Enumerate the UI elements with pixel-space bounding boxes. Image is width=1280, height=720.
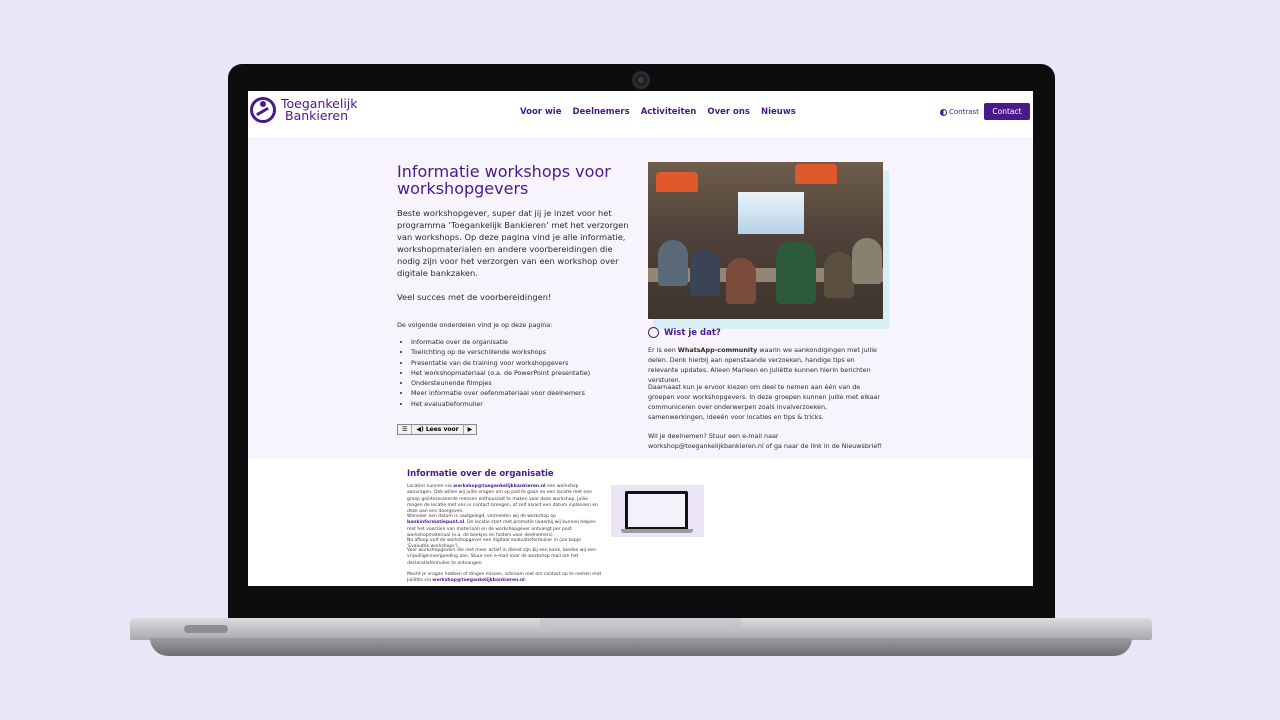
topic-item: Meer informatie over oefenmateriaal voor…: [411, 388, 590, 398]
organisation-paragraph-2: Wanneer een datum is vastgelegd, vermeld…: [407, 514, 603, 539]
topic-item: Toelichting op de verschillende workshop…: [411, 347, 590, 357]
browser-viewport: Toegankelijk Bankieren Voor wie Deelneme…: [248, 91, 1033, 586]
site-link[interactable]: bankinformatiepunt.nl: [407, 520, 464, 525]
nav-nieuws[interactable]: Nieuws: [761, 107, 796, 117]
person-shape: [776, 242, 816, 304]
laptop-port: [184, 625, 228, 633]
camera-icon: [632, 71, 650, 89]
topic-item: Ondersteunende filmpjes: [411, 378, 590, 388]
text: Locaties kunnen via: [407, 484, 454, 489]
lamp-shape: [795, 164, 837, 184]
topic-item: Het evaluatieformulier: [411, 399, 590, 409]
person-shape: [852, 238, 882, 284]
person-shape: [824, 252, 854, 298]
organisation-paragraph-1: Locaties kunnen via workshop@toegankelij…: [407, 484, 603, 515]
tip-title: Wist je dat?: [664, 327, 721, 338]
tip-paragraph-2: Daarnaast kun je ervoor kiezen om deel t…: [648, 383, 881, 421]
tip-heading: Wist je dat?: [648, 327, 721, 338]
site-logo[interactable]: Toegankelijk Bankieren: [250, 97, 358, 123]
lamp-shape: [656, 172, 698, 192]
section-title: Informatie over de organisatie: [407, 469, 554, 479]
person-shape: [690, 250, 720, 296]
person-shape: [658, 240, 688, 286]
tip-paragraph-1: Er is een WhatsApp-community waarin we a…: [648, 345, 884, 385]
hero-section: Informatie workshops voor workshopgevers…: [248, 137, 1033, 458]
nav-voor-wie[interactable]: Voor wie: [520, 107, 561, 117]
site-header: Toegankelijk Bankieren Voor wie Deelneme…: [248, 91, 1033, 137]
whatsapp-icon: [648, 327, 659, 338]
text: Wanneer een datum is vastgelegd, vermeld…: [407, 514, 556, 519]
hero-intro: Beste workshopgever, super dat jij je in…: [397, 208, 629, 278]
topic-item: Informatie over de organisatie: [411, 337, 590, 347]
readspeaker-next-icon[interactable]: ▶: [464, 425, 477, 434]
tip-paragraph-3: Wil je deelnemen? Stuur een e-mail naar …: [648, 432, 883, 450]
thumbnail-screen: [625, 491, 688, 530]
organisation-paragraph-5: Mocht je vragen hebben of dingen missen,…: [407, 572, 603, 585]
page-title: Informatie workshops voor workshopgevers: [397, 162, 611, 198]
contrast-toggle[interactable]: Contrast: [940, 108, 979, 116]
topic-item: Presentatie van de training voor worksho…: [411, 358, 590, 368]
projection-screen: [738, 192, 804, 234]
organisation-section: Informatie over de organisatie Locaties …: [248, 458, 1033, 586]
person-shape: [726, 258, 756, 304]
tip-text: Er is een: [648, 346, 678, 354]
thumbnail-content: [628, 494, 685, 527]
nav-over-ons[interactable]: Over ons: [707, 107, 750, 117]
tip-bold: WhatsApp-community: [677, 346, 758, 354]
email-link[interactable]: workshop@toegankelijkbankieren.nl: [453, 484, 545, 489]
logo-figure-icon: [250, 97, 276, 123]
main-nav: Voor wie Deelnemers Activiteiten Over on…: [520, 107, 796, 117]
laptop-notch: [540, 618, 742, 630]
text: .: [524, 578, 527, 584]
readspeaker-menu-icon[interactable]: ☰: [398, 425, 413, 434]
topics-list: Informatie over de organisatie Toelichti…: [411, 337, 590, 409]
thumbnail-base: [621, 529, 693, 533]
workshop-photo: [648, 162, 883, 319]
topics-intro: De volgende onderdelen vind je op deze p…: [397, 321, 553, 329]
nav-activiteiten[interactable]: Activiteiten: [641, 107, 697, 117]
topic-item: Het workshopmateriaal (o.a. de PowerPoin…: [411, 368, 590, 378]
contact-button[interactable]: Contact: [984, 103, 1030, 120]
nav-deelnemers[interactable]: Deelnemers: [572, 107, 629, 117]
hero-wish: Veel succes met de voorbereidingen!: [397, 292, 552, 302]
readspeaker-bar: ☰ ◀) Lees voor ▶: [397, 424, 478, 435]
email-link[interactable]: workshop@toegankelijkbankieren.nl: [432, 578, 524, 583]
contrast-label: Contrast: [949, 108, 979, 116]
organisation-paragraph-4: Voor workshopgevers die niet meer actief…: [407, 548, 596, 566]
laptop-bottom: [150, 638, 1132, 656]
laptop-thumbnail: [611, 485, 704, 537]
logo-line-2: Bankieren: [285, 108, 349, 123]
readspeaker-play-button[interactable]: ◀) Lees voor: [412, 425, 464, 434]
contrast-icon: [940, 108, 947, 116]
